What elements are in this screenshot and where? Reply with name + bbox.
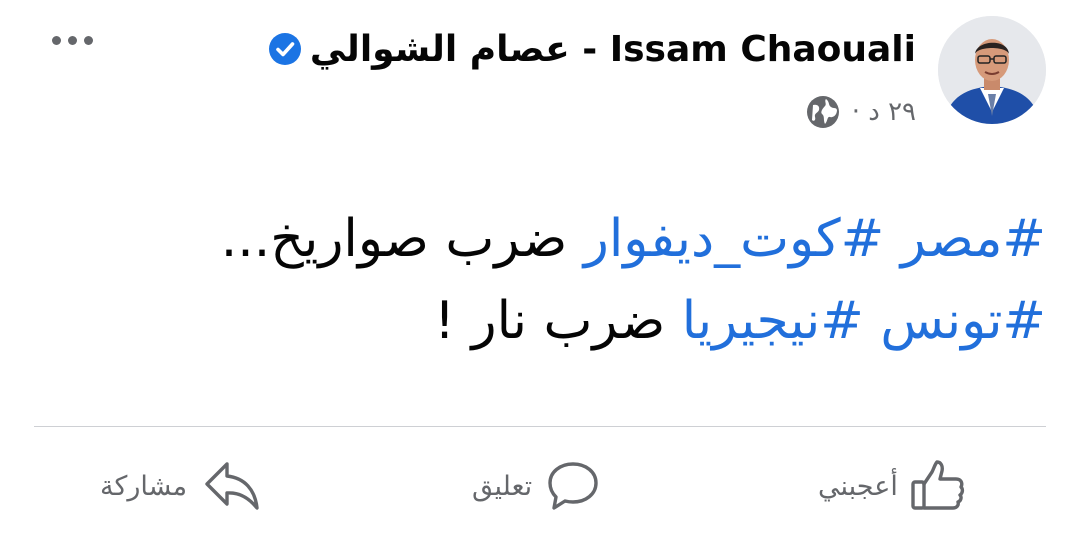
share-label: مشاركة: [100, 470, 188, 502]
globe-icon[interactable]: [806, 95, 840, 129]
more-dot: [68, 35, 77, 45]
hashtag-link[interactable]: #مصر: [901, 209, 1046, 269]
more-options-button[interactable]: [52, 32, 98, 48]
author-line[interactable]: عصام الشوالي - Issam Chaouali: [268, 24, 916, 74]
more-dot: [84, 35, 93, 45]
comment-bubble-icon: [548, 462, 598, 510]
post-line-2: #تونس #نيجيريا ضرب نار !: [126, 280, 1046, 362]
share-button[interactable]: مشاركة: [100, 456, 261, 516]
post-text: #مصر #كوت_ديفوار ضرب صواريخ... #تونس #ني…: [126, 198, 1046, 362]
post-line-text: ضرب صواريخ...: [220, 209, 568, 269]
share-arrow-icon: [205, 462, 259, 510]
hashtag-link[interactable]: #كوت_ديفوار: [584, 209, 885, 269]
avatar-photo-icon: [938, 16, 1046, 124]
like-label: أعجبني: [818, 470, 898, 502]
more-dot: [52, 35, 61, 45]
hashtag-link[interactable]: #نيجيريا: [682, 291, 864, 351]
comment-label: تعليق: [472, 470, 533, 502]
facebook-post: عصام الشوالي - Issam Chaouali ٢٩ د · #مص…: [0, 0, 1080, 544]
verified-badge-icon: [268, 33, 301, 65]
like-button[interactable]: أعجبني: [818, 456, 966, 516]
hashtag-link[interactable]: #تونس: [880, 291, 1046, 351]
author-name[interactable]: عصام الشوالي - Issam Chaouali: [310, 29, 916, 70]
actions-divider: [34, 426, 1046, 427]
comment-button[interactable]: تعليق: [472, 456, 600, 516]
post-line-text: ضرب نار !: [434, 291, 666, 351]
post-line-1: #مصر #كوت_ديفوار ضرب صواريخ...: [126, 198, 1046, 280]
post-timestamp[interactable]: ٢٩ د ·: [852, 97, 916, 127]
author-avatar[interactable]: [938, 16, 1046, 124]
thumbs-up-icon: [911, 460, 964, 510]
post-meta: ٢٩ د ·: [806, 92, 916, 132]
